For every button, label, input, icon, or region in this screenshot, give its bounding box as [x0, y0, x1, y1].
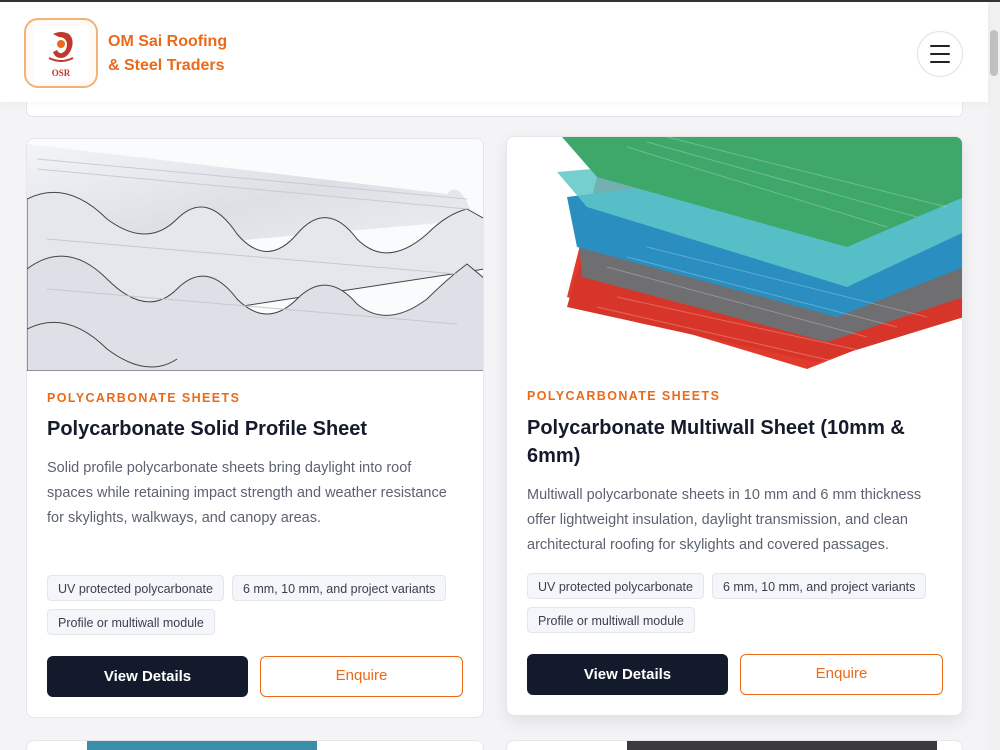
product-image-peek — [87, 741, 317, 750]
product-image[interactable] — [27, 139, 483, 371]
enquire-button[interactable]: Enquire — [740, 654, 943, 695]
product-tag: 6 mm, 10 mm, and project variants — [711, 573, 927, 599]
product-image-peek — [627, 741, 937, 750]
logo-emblem: OSR — [33, 25, 89, 81]
product-tags: UV protected polycarbonate 6 mm, 10 mm, … — [527, 573, 947, 633]
product-card: POLYCARBONATE SHEETS Polycarbonate Solid… — [26, 138, 484, 718]
product-title[interactable]: Polycarbonate Solid Profile Sheet — [47, 415, 457, 443]
scrollbar-track[interactable] — [988, 2, 1000, 750]
multiwall-sheets-icon — [507, 137, 962, 369]
clear-corrugated-sheet-icon — [27, 139, 483, 371]
product-tags: UV protected polycarbonate 6 mm, 10 mm, … — [47, 575, 467, 635]
menu-button[interactable] — [917, 31, 963, 77]
next-product-card[interactable] — [26, 740, 484, 750]
product-tag: UV protected polycarbonate — [47, 575, 224, 601]
product-category: POLYCARBONATE SHEETS — [47, 391, 241, 405]
hamburger-menu-icon — [930, 45, 950, 47]
scrollbar-thumb[interactable] — [990, 30, 998, 76]
logo-mark-icon — [48, 32, 74, 62]
brand-name-line2: & Steel Traders — [108, 57, 225, 74]
product-tag: Profile or multiwall module — [47, 609, 215, 635]
logo-text: OSR — [51, 68, 71, 78]
enquire-button[interactable]: Enquire — [260, 656, 463, 697]
logo[interactable]: OSR — [24, 18, 98, 88]
brand-name[interactable]: OM Sai Roofing & Steel Traders — [108, 30, 268, 78]
product-image[interactable] — [507, 137, 962, 369]
product-description: Multiwall polycarbonate sheets in 10 mm … — [527, 487, 922, 553]
brand-name-line1: OM Sai Roofing — [108, 33, 228, 50]
product-tag: UV protected polycarbonate — [527, 573, 704, 599]
product-tag: 6 mm, 10 mm, and project variants — [231, 575, 447, 601]
view-details-button[interactable]: View Details — [527, 654, 728, 695]
product-tag: Profile or multiwall module — [527, 607, 695, 633]
product-card: POLYCARBONATE SHEETS Polycarbonate Multi… — [506, 136, 963, 716]
site-header: OSR OM Sai Roofing & Steel Traders — [0, 2, 988, 102]
product-description: Solid profile polycarbonate sheets bring… — [47, 460, 447, 526]
next-product-card[interactable] — [506, 740, 963, 750]
view-details-button[interactable]: View Details — [47, 656, 248, 697]
product-category: POLYCARBONATE SHEETS — [527, 389, 721, 403]
product-title[interactable]: Polycarbonate Multiwall Sheet (10mm & 6m… — [527, 414, 937, 470]
